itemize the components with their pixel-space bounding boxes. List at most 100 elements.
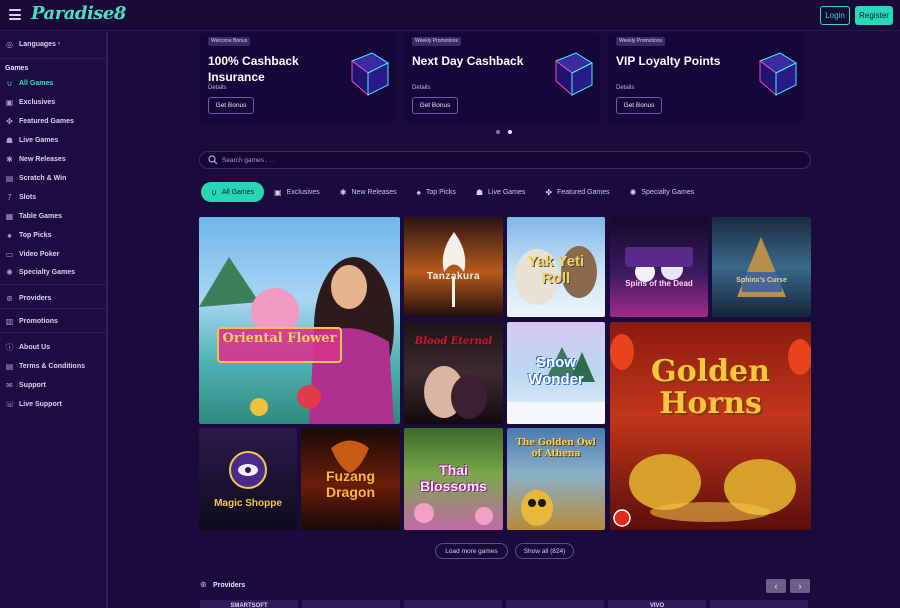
sidebar-item-live-support[interactable]: ☏ Live Support	[5, 397, 62, 411]
sidebar-item-label: Support	[19, 381, 46, 389]
sidebar-item-promotions[interactable]: ▥ Promotions	[5, 314, 58, 328]
sidebar-item-support[interactable]: ✉ Support	[5, 378, 46, 392]
sidebar-item-specialty-games[interactable]: ✺ Specialty Games	[5, 265, 75, 279]
promo-title: Next Day Cashback	[412, 54, 524, 68]
sidebar-item-label: Exclusives	[19, 98, 56, 106]
providers-icon: ⊛	[200, 580, 207, 589]
sidebar-item-label: Providers	[19, 294, 52, 302]
sidebar-item-providers[interactable]: ⊛ Providers	[5, 291, 51, 305]
game-title: Fuzang Dragon	[326, 468, 375, 500]
sidebar-item-scratch-win[interactable]: ▤ Scratch & Win	[5, 171, 67, 185]
tab-new-releases[interactable]: ✱ New Releases	[330, 182, 407, 202]
game-tile-spins-of-the-dead[interactable]: Spins of the Dead	[610, 217, 708, 317]
sidebar-item-video-poker[interactable]: ▭ Video Poker	[5, 247, 60, 261]
promo-details-link[interactable]: Details	[412, 85, 430, 91]
game-title: Tanzakura	[426, 271, 481, 282]
game-tile-tanzakura[interactable]: Tanzakura	[404, 217, 503, 317]
clover-icon: ✤	[6, 116, 13, 126]
game-tile-thai-blossoms[interactable]: Thai Blossoms	[404, 428, 503, 530]
promo-details-link[interactable]: Details	[208, 85, 226, 91]
game-art	[442, 232, 466, 307]
info-icon: ⓘ	[5, 342, 14, 352]
game-tile-blood-eternal[interactable]: Blood Eternal	[404, 322, 503, 424]
provider-logo[interactable]	[710, 600, 808, 608]
divider	[0, 308, 106, 309]
promo-title: 100% Cashback Insurance	[208, 54, 299, 84]
sidebar-item-exclusives[interactable]: ▣ Exclusives	[5, 95, 55, 109]
globe-icon: ◎	[6, 39, 13, 49]
game-tile-golden-horns[interactable]: Golden Horns	[610, 322, 811, 530]
promo-banner-vip-loyalty[interactable]: Weekly Promotions VIP Loyalty Points Det…	[608, 33, 804, 123]
sidebar-item-table-games[interactable]: ▦ Table Games	[5, 209, 62, 223]
get-bonus-button[interactable]: Get Bonus	[208, 97, 254, 114]
menu-icon[interactable]	[9, 9, 21, 20]
dealer-icon: ☗	[5, 135, 14, 145]
provider-logo[interactable]	[404, 600, 502, 608]
sidebar-item-all-games[interactable]: ∪ All Games	[5, 76, 54, 90]
chat-icon: ✉	[6, 380, 13, 390]
carousel-dot[interactable]	[496, 130, 500, 134]
tab-label: Live Games	[488, 188, 526, 196]
sidebar-item-terms[interactable]: ▤ Terms & Conditions	[5, 359, 85, 373]
game-tile-golden-owl-of-athena[interactable]: The Golden Owl of Athena	[507, 428, 605, 530]
promo-tag: Weekly Promotions	[412, 37, 461, 46]
show-all-button[interactable]: Show all (824)	[515, 543, 574, 559]
logo[interactable]: Paradise8	[31, 3, 126, 24]
sidebar-item-top-picks[interactable]: ♠ Top Picks	[5, 228, 52, 242]
game-title: Oriental Flower	[217, 327, 342, 363]
game-tile-magic-shoppe[interactable]: Magic Shoppe	[199, 428, 297, 530]
game-tile-snow-wonder[interactable]: Snow Wonder	[507, 322, 605, 424]
vault-icon: ▣	[274, 187, 282, 197]
tab-top-picks[interactable]: ♠ Top Picks	[407, 182, 466, 202]
providers-next-button[interactable]: ›	[790, 579, 810, 593]
promo-banner-next-day-cashback[interactable]: Weekly Promotions Next Day Cashback Deta…	[404, 33, 600, 123]
provider-logo[interactable]: SMARTSOFT	[200, 600, 298, 608]
top-icon: ♠	[416, 187, 421, 197]
sidebar-item-new-releases[interactable]: ✱ New Releases	[5, 152, 66, 166]
providers-prev-button[interactable]: ‹	[766, 579, 786, 593]
languages-selector[interactable]: ◎ Languages ›	[5, 37, 60, 51]
divider	[0, 284, 106, 285]
sidebar-item-live-games[interactable]: ☗ Live Games	[5, 133, 58, 147]
game-art	[737, 237, 786, 297]
new-icon: ✱	[339, 187, 347, 197]
sidebar-item-slots[interactable]: 7 Slots	[5, 190, 36, 204]
promo-title: VIP Loyalty Points	[616, 54, 721, 68]
horseshoe-icon: ∪	[6, 78, 13, 88]
promo-banner-cashback-insurance[interactable]: Welcome Bonus 100% Cashback Insurance De…	[200, 33, 396, 123]
game-tile-yak-yeti-roll[interactable]: Yak Yeti Roll	[507, 217, 605, 317]
provider-logo[interactable]	[302, 600, 400, 608]
tab-label: All Games	[221, 188, 255, 196]
tab-all-games[interactable]: ∪ All Games	[201, 182, 265, 202]
sidebar-item-featured-games[interactable]: ✤ Featured Games	[5, 114, 74, 128]
sidebar-item-about-us[interactable]: ⓘ About Us	[5, 340, 51, 354]
get-bonus-button[interactable]: Get Bonus	[616, 97, 662, 114]
tab-specialty-games[interactable]: ✺ Specialty Games	[620, 182, 705, 202]
carousel-dot-active[interactable]	[508, 130, 512, 134]
game-art	[199, 257, 394, 424]
provider-logo[interactable]: VIVO	[608, 600, 706, 608]
get-bonus-button[interactable]: Get Bonus	[412, 97, 458, 114]
tab-label: Exclusives	[286, 188, 320, 196]
sidebar-item-label: Top Picks	[19, 231, 52, 239]
specialty-icon: ✺	[6, 267, 13, 277]
promo-details-link[interactable]: Details	[616, 85, 634, 91]
sidebar-item-label: Featured Games	[19, 117, 74, 125]
search-icon	[208, 155, 218, 165]
game-title: Snow Wonder	[528, 354, 584, 388]
provider-logo[interactable]	[506, 600, 604, 608]
scratch-icon: ▤	[5, 173, 14, 183]
search-input[interactable]	[222, 153, 782, 167]
register-button[interactable]: Register	[855, 6, 893, 25]
tab-featured-games[interactable]: ✤ Featured Games	[535, 182, 619, 202]
game-title: Thai Blossoms	[420, 462, 487, 494]
load-more-button[interactable]: Load more games	[435, 543, 508, 559]
game-tile-fuzang-dragon[interactable]: Fuzang Dragon	[301, 428, 400, 530]
login-button[interactable]: Login	[820, 6, 850, 25]
top-bar: Paradise8 Login Register	[0, 0, 900, 31]
game-tile-oriental-flower[interactable]: Oriental Flower	[199, 217, 400, 424]
document-icon: ▤	[5, 361, 14, 371]
game-tile-sphinxs-curse[interactable]: Sphinx's Curse	[712, 217, 811, 317]
tab-live-games[interactable]: ☗ Live Games	[466, 182, 536, 202]
tab-exclusives[interactable]: ▣ Exclusives	[264, 182, 330, 202]
